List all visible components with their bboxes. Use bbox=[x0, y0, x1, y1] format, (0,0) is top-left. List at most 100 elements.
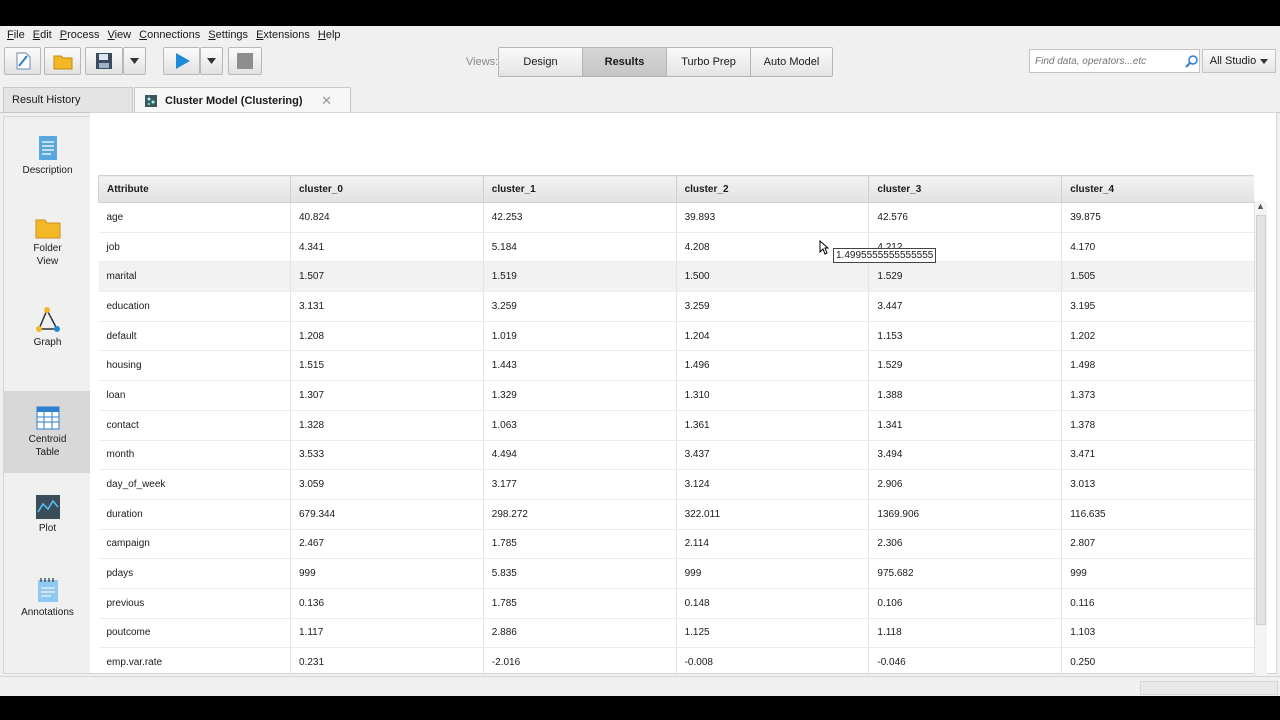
centroid-value-cell[interactable]: 1.529 bbox=[868, 350, 1063, 382]
centroid-value-cell[interactable]: 1.329 bbox=[483, 380, 677, 411]
menu-item-extensions[interactable]: Extensions bbox=[252, 29, 314, 41]
table-row[interactable]: contact 1.328 1.063 1.361 1.341 1.378 bbox=[98, 410, 1254, 441]
table-row[interactable]: campaign 2.467 1.785 2.114 2.306 2.807 bbox=[98, 529, 1254, 560]
column-header-cluster-2[interactable]: cluster_2 bbox=[675, 175, 870, 203]
centroid-value-cell[interactable]: 3.177 bbox=[483, 469, 677, 500]
centroid-value-cell[interactable]: 2.807 bbox=[1061, 529, 1254, 560]
save-dropdown-button[interactable] bbox=[123, 47, 146, 75]
search-icon[interactable] bbox=[1185, 54, 1199, 68]
centroid-value-cell[interactable]: 0.231 bbox=[290, 647, 484, 678]
centroid-value-cell[interactable]: 1.388 bbox=[868, 380, 1063, 411]
centroid-value-cell[interactable]: 3.259 bbox=[676, 291, 870, 322]
close-icon[interactable]: ✕ bbox=[321, 93, 332, 109]
attribute-cell[interactable]: loan bbox=[98, 380, 291, 411]
centroid-value-cell[interactable]: 1.125 bbox=[676, 618, 870, 649]
centroid-value-cell[interactable]: 5.184 bbox=[483, 232, 677, 263]
centroid-value-cell[interactable]: 0.116 bbox=[1061, 588, 1254, 619]
centroid-value-cell[interactable]: 4.341 bbox=[290, 232, 484, 263]
attribute-cell[interactable]: previous bbox=[98, 588, 291, 619]
centroid-value-cell[interactable]: 0.250 bbox=[1061, 647, 1254, 678]
centroid-value-cell[interactable]: 999 bbox=[1061, 558, 1254, 589]
centroid-value-cell[interactable]: 298.272 bbox=[483, 499, 677, 530]
view-design-button[interactable]: Design bbox=[499, 48, 583, 76]
centroid-value-cell[interactable]: 322.011 bbox=[676, 499, 870, 530]
centroid-value-cell[interactable]: 0.136 bbox=[290, 588, 484, 619]
centroid-value-cell[interactable]: 1.202 bbox=[1061, 321, 1254, 352]
centroid-value-cell[interactable]: 116.635 bbox=[1061, 499, 1254, 530]
centroid-value-cell[interactable]: 1.063 bbox=[483, 410, 677, 441]
centroid-value-cell[interactable]: 1.496 bbox=[676, 350, 870, 382]
centroid-value-cell[interactable]: 999 bbox=[290, 558, 484, 589]
centroid-value-cell[interactable]: 1.153 bbox=[868, 321, 1063, 352]
attribute-cell[interactable]: education bbox=[98, 291, 291, 322]
table-row[interactable]: education 3.131 3.259 3.259 3.447 3.195 bbox=[98, 291, 1254, 322]
menu-item-connections[interactable]: Connections bbox=[135, 29, 204, 41]
centroid-value-cell[interactable]: 2.906 bbox=[868, 469, 1063, 500]
attribute-cell[interactable]: default bbox=[98, 321, 291, 352]
table-row[interactable]: day_of_week 3.059 3.177 3.124 2.906 3.013 bbox=[98, 469, 1254, 500]
centroid-value-cell[interactable]: 1.443 bbox=[483, 350, 677, 382]
perspective-dropdown[interactable]: All Studio bbox=[1202, 49, 1276, 73]
centroid-value-cell[interactable]: 42.576 bbox=[868, 202, 1063, 233]
centroid-value-cell[interactable]: 42.253 bbox=[483, 202, 677, 233]
view-auto-model-button[interactable]: Auto Model bbox=[751, 48, 832, 76]
new-process-button[interactable] bbox=[4, 47, 41, 75]
sidebar-item-centroid-table[interactable]: Centroid Table bbox=[4, 391, 91, 473]
column-header-cluster-4[interactable]: cluster_4 bbox=[1061, 175, 1254, 203]
column-header-cluster-1[interactable]: cluster_1 bbox=[482, 175, 677, 203]
centroid-value-cell[interactable]: -0.008 bbox=[676, 647, 870, 678]
run-dropdown-button[interactable] bbox=[200, 47, 223, 75]
centroid-value-cell[interactable]: 2.886 bbox=[483, 618, 677, 649]
centroid-value-cell[interactable]: 3.259 bbox=[483, 291, 677, 322]
menu-item-process[interactable]: Process bbox=[56, 29, 104, 41]
centroid-value-cell[interactable]: 3.195 bbox=[1061, 291, 1254, 322]
attribute-cell[interactable]: poutcome bbox=[98, 618, 291, 649]
centroid-value-cell[interactable]: 3.437 bbox=[676, 440, 870, 471]
column-header-attribute[interactable]: Attribute bbox=[98, 175, 291, 203]
centroid-value-cell[interactable]: -2.016 bbox=[483, 647, 677, 678]
centroid-value-cell[interactable]: 1.515 bbox=[290, 350, 484, 382]
tab-cluster-model[interactable]: Cluster Model (Clustering) ✕ bbox=[134, 87, 351, 113]
centroid-value-cell[interactable]: 3.131 bbox=[290, 291, 484, 322]
table-row[interactable]: pdays 999 5.835 999 975.682 999 bbox=[98, 558, 1254, 589]
centroid-value-cell[interactable]: 39.893 bbox=[676, 202, 870, 233]
centroid-value-cell[interactable]: 3.471 bbox=[1061, 440, 1254, 471]
centroid-value-cell[interactable]: 1.373 bbox=[1061, 380, 1254, 411]
attribute-cell[interactable]: duration bbox=[98, 499, 291, 530]
menu-item-edit[interactable]: Edit bbox=[29, 29, 56, 41]
open-process-button[interactable] bbox=[44, 47, 81, 75]
centroid-value-cell[interactable]: 1.507 bbox=[290, 261, 484, 293]
attribute-cell[interactable]: job bbox=[98, 232, 291, 263]
centroid-value-cell[interactable]: 0.106 bbox=[868, 588, 1063, 619]
centroid-value-cell[interactable]: 3.124 bbox=[676, 469, 870, 500]
column-header-cluster-0[interactable]: cluster_0 bbox=[290, 175, 484, 203]
centroid-value-cell[interactable]: 39.875 bbox=[1061, 202, 1254, 233]
search-input[interactable] bbox=[1033, 54, 1185, 68]
centroid-value-cell[interactable]: 1.785 bbox=[483, 588, 677, 619]
centroid-value-cell[interactable]: 975.682 bbox=[868, 558, 1063, 589]
table-row[interactable]: marital 1.507 1.519 1.500 1.529 1.505 bbox=[98, 261, 1254, 293]
centroid-value-cell[interactable]: 3.013 bbox=[1061, 469, 1254, 500]
centroid-value-cell[interactable]: 2.114 bbox=[676, 529, 870, 560]
chevron-up-icon[interactable]: ▲ bbox=[1256, 201, 1265, 211]
table-row[interactable]: poutcome 1.117 2.886 1.125 1.118 1.103 bbox=[98, 618, 1254, 649]
centroid-value-cell[interactable]: 2.467 bbox=[290, 529, 484, 560]
centroid-value-cell[interactable]: 1.361 bbox=[676, 410, 870, 441]
view-results-button[interactable]: Results bbox=[583, 48, 667, 76]
scrollbar-thumb[interactable] bbox=[1256, 215, 1266, 625]
table-row[interactable]: duration 679.344 298.272 322.011 1369.906 116… bbox=[98, 499, 1254, 530]
centroid-value-cell[interactable]: 1.103 bbox=[1061, 618, 1254, 649]
centroid-value-cell[interactable]: 40.824 bbox=[290, 202, 484, 233]
attribute-cell[interactable]: month bbox=[98, 440, 291, 471]
table-row[interactable]: loan 1.307 1.329 1.310 1.388 1.373 bbox=[98, 380, 1254, 411]
sidebar-item-graph[interactable]: Graph bbox=[4, 307, 91, 367]
table-row[interactable]: default 1.208 1.019 1.204 1.153 1.202 bbox=[98, 321, 1254, 352]
centroid-value-cell[interactable]: 4.170 bbox=[1061, 232, 1254, 263]
attribute-cell[interactable]: pdays bbox=[98, 558, 291, 589]
centroid-value-cell[interactable]: 1.519 bbox=[483, 261, 677, 293]
centroid-value-cell[interactable]: 1.204 bbox=[676, 321, 870, 352]
centroid-value-cell[interactable]: 5.835 bbox=[483, 558, 677, 589]
attribute-cell[interactable]: marital bbox=[98, 261, 291, 293]
centroid-value-cell[interactable]: 1.529 bbox=[868, 261, 1063, 293]
centroid-value-cell[interactable]: 1.208 bbox=[290, 321, 484, 352]
